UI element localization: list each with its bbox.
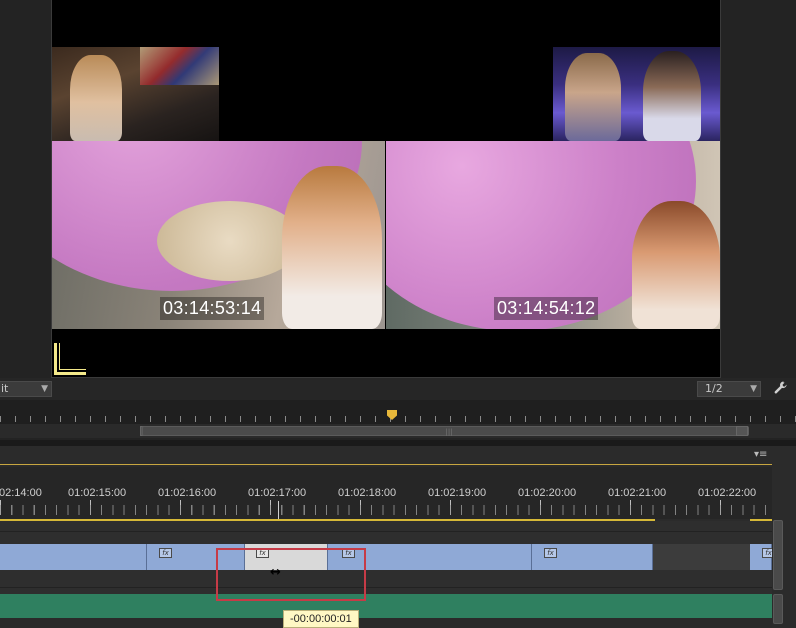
playback-resolution-label: 1/2 (705, 382, 723, 395)
chevron-down-icon: ▼ (41, 384, 48, 394)
fx-badge-icon[interactable]: fx (544, 548, 557, 558)
timeline-vertical-scrollbar[interactable] (772, 518, 784, 628)
right-gutter (784, 446, 796, 628)
ruler-labels: 02:14:00 01:02:15:00 01:02:16:00 01:02:1… (0, 487, 772, 501)
video-clip[interactable]: fx (750, 544, 775, 570)
scroll-thumb[interactable]: ||| (142, 426, 749, 436)
playhead-line (278, 501, 279, 519)
monitor-controls: it ▼ 1/2 ▼ (0, 378, 796, 400)
fx-badge-icon[interactable]: fx (159, 548, 172, 558)
audio-track-a2[interactable] (0, 618, 772, 628)
ruler-label: 01:02:18:00 (338, 487, 397, 499)
zoom-fit-label: it (1, 382, 9, 395)
track-divider (0, 531, 772, 532)
zoom-fit-select[interactable]: it ▼ (0, 381, 52, 397)
safe-margin-corner (54, 343, 86, 375)
video-clip[interactable] (0, 544, 147, 570)
vertical-scroll-thumb-audio[interactable] (773, 594, 783, 624)
timeline-panel: ▾≡ 02:14:00 01:02:15:00 01:02:16:00 01:0… (0, 446, 796, 628)
video-clip[interactable]: fx (532, 544, 653, 570)
grip-icon: ||| (445, 428, 453, 436)
ruler-label: 01:02:16:00 (158, 487, 217, 499)
ruler-label: 01:02:15:00 (68, 487, 127, 499)
ruler-label: 01:02:19:00 (428, 487, 487, 499)
program-monitor: 03:14:53:14 03:14:54:12 (0, 0, 796, 378)
playback-resolution-select[interactable]: 1/2 ▼ (697, 381, 761, 397)
ruler-label: 01:02:21:00 (608, 487, 667, 499)
video-track-v1: fx fx fx fx fx (0, 544, 775, 570)
premiere-window: 03:14:53:14 03:14:54:12 it ▼ 1/2 ▼ ||| ▾… (0, 0, 796, 628)
ruler-label: 01:02:17:00 (248, 487, 307, 499)
ruler-label: 02:14:00 (0, 487, 42, 499)
wrench-icon[interactable] (772, 380, 790, 398)
ruler-minor-ticks (0, 505, 772, 515)
audio-track-a1[interactable] (0, 594, 772, 618)
timeline-ruler[interactable]: 02:14:00 01:02:15:00 01:02:16:00 01:02:1… (0, 467, 772, 521)
highlight-annotation (216, 548, 366, 601)
timeline-gap[interactable] (653, 544, 750, 570)
monitor-time-ruler[interactable] (0, 400, 796, 424)
chevron-down-icon: ▼ (750, 384, 757, 394)
panel-menu-icon[interactable]: ▾≡ (754, 449, 767, 460)
ruler-label: 01:02:22:00 (698, 487, 757, 499)
viewer-border (51, 0, 721, 378)
vertical-scroll-thumb[interactable] (773, 520, 783, 590)
scroll-handle-right[interactable] (736, 426, 748, 436)
ruler-label: 01:02:20:00 (518, 487, 577, 499)
trim-offset-tooltip: -00:00:00:01 (283, 610, 359, 628)
monitor-ruler-ticks (0, 416, 796, 422)
track-divider (0, 587, 772, 588)
monitor-zoom-scrollbar[interactable]: ||| (0, 424, 796, 438)
